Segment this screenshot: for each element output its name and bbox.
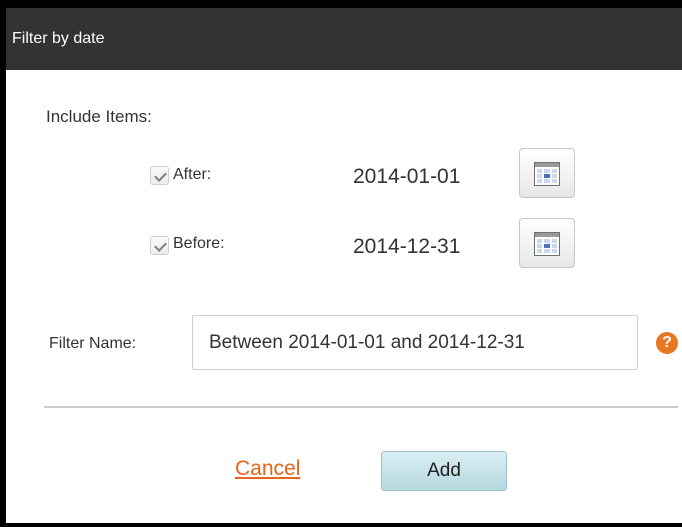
check-icon — [154, 169, 167, 182]
before-calendar-button[interactable] — [519, 218, 575, 268]
before-date-value: 2014-12-31 — [353, 235, 461, 258]
include-items-label: Include Items: — [46, 107, 152, 126]
cancel-link[interactable]: Cancel — [235, 456, 300, 482]
check-icon — [154, 239, 167, 252]
filter-name-input[interactable] — [192, 315, 638, 370]
after-date-value: 2014-01-01 — [353, 165, 461, 188]
before-label: Before: — [173, 235, 225, 252]
add-button[interactable]: Add — [381, 451, 507, 491]
help-icon[interactable]: ? — [656, 332, 678, 354]
after-calendar-button[interactable] — [519, 148, 575, 198]
before-checkbox[interactable] — [150, 236, 169, 255]
dialog-title-bar: Filter by date — [6, 8, 682, 70]
after-label: After: — [173, 166, 212, 183]
dialog-title: Filter by date — [12, 30, 105, 47]
filter-by-date-dialog: Filter by date Include Items: After: 201… — [6, 8, 682, 523]
calendar-icon — [534, 162, 560, 186]
divider — [44, 406, 678, 408]
after-checkbox[interactable] — [150, 166, 169, 185]
calendar-icon — [534, 232, 560, 256]
filter-name-label: Filter Name: — [49, 335, 137, 352]
